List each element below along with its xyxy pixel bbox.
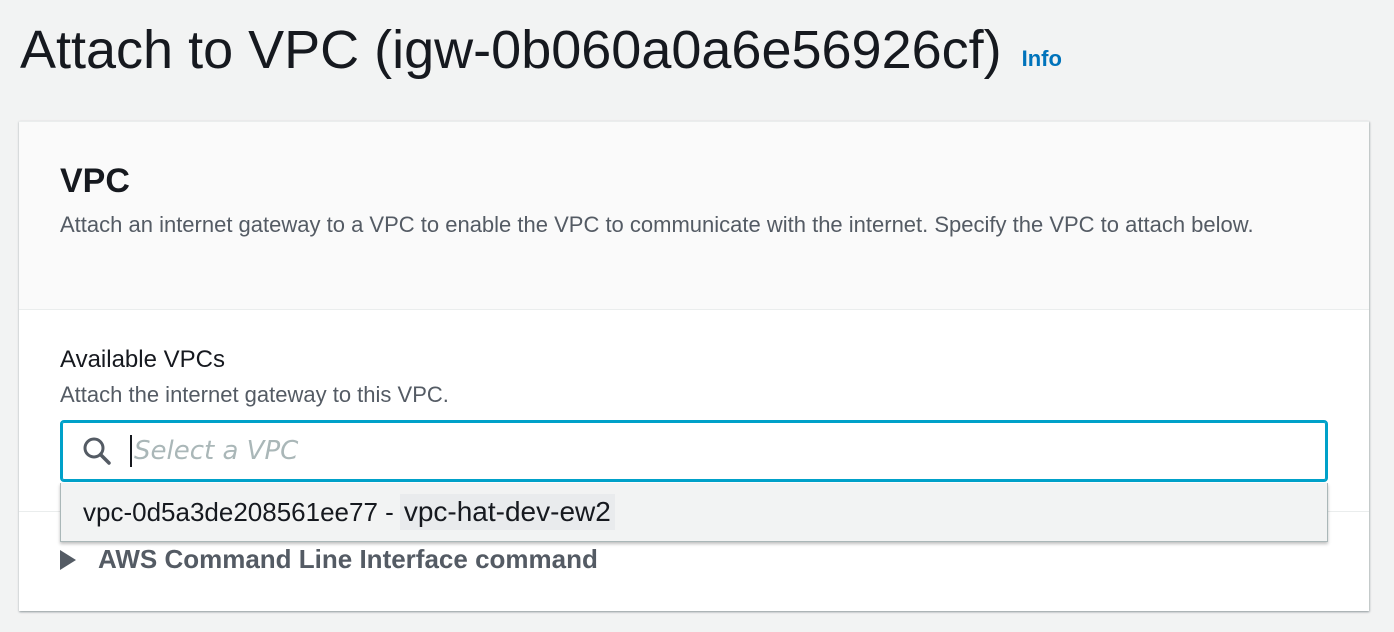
field-label: Available VPCs [60,346,225,373]
cli-command-label: AWS Command Line Interface command [98,544,598,574]
vpc-dropdown-list: vpc-0d5a3de208561ee77 - vpc-hat-dev-ew2 [60,483,1328,542]
section-title: VPC [60,162,130,200]
vpc-option-name: vpc-hat-dev-ew2 [399,494,615,530]
vpc-option-id: vpc-0d5a3de208561ee77 - [83,496,394,527]
search-icon [82,436,112,466]
caret-right-icon [60,549,76,570]
section-description: Attach an internet gateway to a VPC to e… [60,212,1254,237]
info-link[interactable]: Info [1022,46,1062,72]
container-header: VPC Attach an internet gateway to a VPC … [19,122,1369,310]
page-header: Attach to VPC (igw-0b060a0a6e56926cf) In… [20,18,1062,82]
text-caret [130,435,132,467]
cli-command-expander[interactable]: AWS Command Line Interface command [60,544,598,575]
vpc-search-input[interactable] [134,431,1234,471]
available-vpcs-field: Available VPCs Attach the internet gatew… [60,344,1328,410]
field-description: Attach the internet gateway to this VPC. [60,382,449,407]
page-title: Attach to VPC (igw-0b060a0a6e56926cf) [20,20,1002,80]
vpc-option[interactable]: vpc-0d5a3de208561ee77 - vpc-hat-dev-ew2 [61,483,1327,541]
vpc-search-box[interactable] [60,420,1328,482]
